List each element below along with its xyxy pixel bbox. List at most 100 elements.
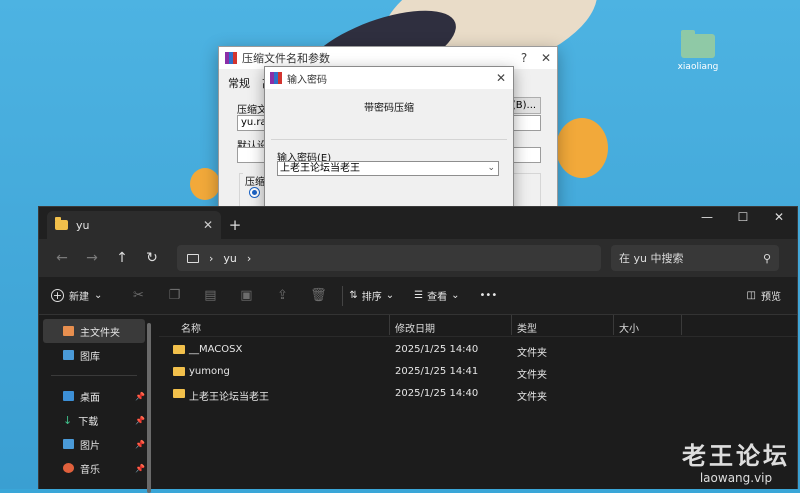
breadcrumb-yu[interactable]: yu (223, 252, 236, 265)
rename-icon[interactable]: ▣ (228, 288, 264, 303)
breadcrumb-separator[interactable]: › (209, 252, 213, 265)
column-header-name[interactable]: 名称 (181, 320, 201, 335)
sidebar-item-label: 音乐 (80, 464, 100, 476)
gallery-icon (63, 350, 74, 360)
address-bar[interactable]: › yu › (177, 245, 601, 271)
close-button[interactable]: ✕ (761, 207, 797, 227)
column-header-modified[interactable]: 修改日期 (395, 320, 435, 335)
sidebar-item-music[interactable]: 音乐 📌 (39, 456, 149, 480)
close-button[interactable]: ✕ (535, 51, 557, 65)
sidebar-item-home[interactable]: 主文件夹 (43, 319, 145, 343)
new-button[interactable]: + 新建 ⌄ (51, 288, 102, 303)
sort-label: 排序 (361, 292, 382, 303)
password-input[interactable]: 上老王论坛当老王 ⌄ (277, 161, 499, 176)
new-tab-button[interactable]: + (221, 211, 249, 239)
folder-icon (173, 345, 185, 354)
delete-icon[interactable]: 🗑 (300, 288, 336, 303)
chevron-down-icon[interactable]: ⌄ (487, 162, 495, 175)
chevron-down-icon: ⌄ (94, 290, 103, 301)
password-dialog: 输入密码 ✕ 带密码压缩 输入密码(E) 上老王论坛当老王 ⌄ (264, 66, 514, 216)
home-icon (63, 326, 74, 336)
divider (342, 285, 344, 306)
maximize-button[interactable]: ☐ (725, 207, 761, 227)
file-name: __MACOSX (189, 344, 243, 355)
window-controls: — ☐ ✕ (689, 207, 797, 227)
table-row[interactable]: 上老王论坛当老王 2025/1/25 14:40 文件夹 (159, 383, 797, 405)
folder-icon (55, 217, 68, 230)
command-bar: + 新建 ⌄ ✂ ❐ ▤ ▣ ⇪ 🗑 ⇅ 排序 ⌄ ☰ 查看 ⌄ ••• ◫ 预… (39, 277, 797, 315)
watermark-url: laowang.vip (699, 471, 773, 485)
sidebar-item-downloads[interactable]: ↓ 下载 📌 (39, 408, 149, 432)
back-button[interactable]: ← (47, 250, 77, 266)
column-separator[interactable] (613, 315, 614, 335)
file-modified: 2025/1/25 14:40 (395, 388, 479, 399)
download-icon: ↓ (63, 413, 73, 427)
column-header-type[interactable]: 类型 (517, 320, 537, 335)
up-button[interactable]: ↑ (107, 250, 137, 266)
tab-bar: yu ✕ + — ☐ ✕ (39, 207, 797, 239)
password-dialog-titlebar: 输入密码 ✕ (265, 67, 513, 89)
password-dialog-title: 输入密码 (287, 74, 327, 86)
desktop-icon-label: xiaoliang (677, 62, 719, 72)
chevron-down-icon: ⌄ (451, 290, 460, 301)
pin-icon[interactable]: 📌 (135, 464, 145, 473)
sidebar-item-label: 主文件夹 (80, 327, 120, 339)
preview-pane-icon: ◫ (746, 290, 756, 301)
close-button[interactable]: ✕ (489, 71, 513, 85)
password-heading: 带密码压缩 (364, 103, 414, 114)
pin-icon[interactable]: 📌 (135, 392, 145, 401)
pin-icon[interactable]: 📌 (135, 440, 145, 449)
minimize-button[interactable]: — (689, 207, 725, 227)
file-name: 上老王论坛当老王 (189, 392, 269, 403)
tab-general[interactable]: 常规 (228, 75, 250, 91)
desktop-icon (63, 391, 74, 401)
sidebar-item-label: 图片 (80, 440, 100, 452)
tab-title: yu (76, 218, 90, 232)
column-separator[interactable] (681, 315, 682, 335)
rar-format-radio[interactable] (249, 187, 260, 198)
help-button[interactable]: ? (513, 51, 535, 65)
refresh-button[interactable]: ↻ (137, 250, 167, 266)
music-icon (63, 463, 74, 473)
cut-icon[interactable]: ✂ (120, 288, 156, 303)
sort-button[interactable]: ⇅ 排序 ⌄ (349, 288, 394, 303)
sidebar-item-pictures[interactable]: 图片 📌 (39, 432, 149, 456)
preview-button[interactable]: ◫ 预览 (747, 288, 781, 303)
pin-icon[interactable]: 📌 (135, 416, 145, 425)
search-input[interactable]: 在 yu 中搜索 ⚲ (611, 245, 779, 271)
search-icon: ⚲ (762, 251, 771, 265)
share-icon[interactable]: ⇪ (264, 288, 300, 303)
folder-icon (173, 389, 185, 398)
pictures-icon (63, 439, 74, 449)
view-label: 查看 (427, 292, 448, 303)
divider (51, 375, 137, 376)
copy-icon[interactable]: ❐ (156, 288, 192, 303)
file-type: 文件夹 (517, 370, 547, 381)
view-button[interactable]: ☰ 查看 ⌄ (414, 288, 459, 303)
sidebar-item-gallery[interactable]: 图库 (39, 343, 149, 367)
column-header-size[interactable]: 大小 (619, 320, 639, 335)
file-modified: 2025/1/25 14:41 (395, 366, 479, 377)
search-placeholder: 在 yu 中搜索 (619, 252, 684, 265)
sidebar-item-label: 图库 (80, 351, 100, 363)
wallpaper-cat-shape (556, 118, 608, 178)
password-value: 上老王论坛当老王 (280, 163, 360, 174)
table-row[interactable]: __MACOSX 2025/1/25 14:40 文件夹 (159, 339, 797, 361)
divider (271, 139, 507, 140)
more-button[interactable]: ••• (480, 290, 498, 301)
preview-label: 预览 (761, 292, 781, 303)
navigation-pane: 主文件夹 图库 桌面 📌 ↓ 下载 📌 图片 📌 音乐 📌 (39, 315, 151, 493)
sidebar-scrollbar[interactable] (147, 323, 151, 493)
column-separator[interactable] (511, 315, 512, 335)
close-icon[interactable]: ✕ (203, 218, 213, 232)
dialog-title: 压缩文件名和参数 (242, 52, 330, 65)
paste-icon[interactable]: ▤ (192, 288, 228, 303)
column-separator[interactable] (389, 315, 390, 335)
desktop-folder-icon[interactable]: xiaoliang (672, 30, 724, 72)
explorer-tab[interactable]: yu ✕ (47, 211, 221, 239)
table-row[interactable]: yumong 2025/1/25 14:41 文件夹 (159, 361, 797, 383)
forward-button[interactable]: → (77, 250, 107, 266)
sort-icon: ⇅ (349, 290, 358, 301)
sidebar-item-desktop[interactable]: 桌面 📌 (39, 384, 149, 408)
breadcrumb-separator[interactable]: › (247, 252, 251, 265)
